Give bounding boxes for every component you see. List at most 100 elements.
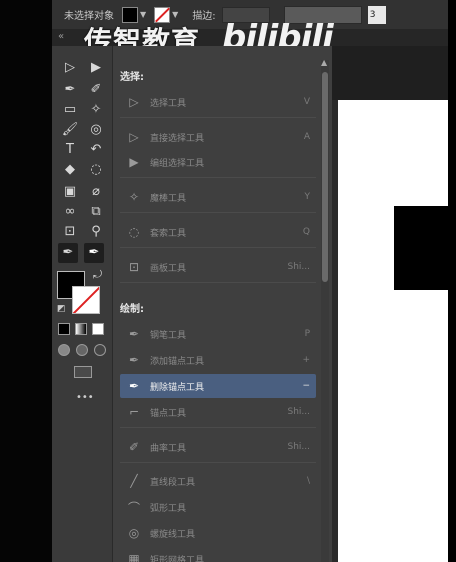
arrow-outline-icon[interactable]: ▷: [60, 58, 80, 78]
tool-item[interactable]: ⌒ 弧形工具: [120, 495, 316, 519]
tool-item[interactable]: ◎ 螺旋线工具: [120, 521, 316, 545]
screen-mode-icon[interactable]: [74, 366, 92, 378]
pen-minus-icon[interactable]: ✒: [84, 243, 104, 263]
scroll-up-icon[interactable]: ▲: [321, 58, 327, 67]
tool-item-label: 直接选择工具: [150, 133, 205, 144]
tool-item-shortcut: Y: [304, 192, 311, 202]
curvature-icon[interactable]: ✐: [86, 80, 106, 100]
tool-item[interactable]: ✒ 删除锚点工具 −: [120, 374, 316, 398]
collapse-icon[interactable]: «: [58, 31, 64, 42]
background-right: [448, 0, 456, 562]
tool-item-label: 编组选择工具: [150, 158, 205, 169]
tool-item-label: 弧形工具: [150, 503, 187, 514]
tool-item-label: 螺旋线工具: [150, 529, 196, 540]
rectangle-icon[interactable]: ▭: [60, 100, 80, 120]
divider: [120, 247, 316, 248]
tool-item[interactable]: ▦ 矩形网格工具: [120, 547, 316, 562]
tool-item[interactable]: ⊡ 画板工具 Shi...: [120, 255, 316, 279]
pen-minus-icon: ✒: [128, 379, 140, 393]
tool-item[interactable]: ▷ 选择工具 V: [120, 90, 316, 114]
tool-item-label: 锚点工具: [150, 408, 187, 419]
rotate-icon[interactable]: ↶: [86, 140, 106, 160]
black-rectangle[interactable]: [394, 206, 448, 290]
zoom-icon[interactable]: ⚲: [86, 222, 106, 242]
pen-icon[interactable]: ✒: [60, 80, 80, 100]
none-mode-icon[interactable]: [92, 323, 104, 335]
background-left: [0, 0, 52, 562]
chevron-down-icon[interactable]: ▼: [172, 10, 178, 19]
arrow-outline-icon: ▷: [129, 95, 139, 109]
shape-builder-icon[interactable]: ⧉: [86, 202, 106, 222]
pen-plus-icon[interactable]: ✒: [58, 243, 78, 263]
spiral-icon[interactable]: ◎: [86, 120, 106, 140]
artboard[interactable]: [338, 100, 448, 562]
divider: [120, 427, 316, 428]
stroke-color-box[interactable]: [72, 286, 100, 314]
section-select-heading: 选择:: [120, 72, 144, 83]
type-icon[interactable]: T: [60, 140, 80, 160]
line-icon: ╱: [130, 474, 138, 488]
tool-item-shortcut: Shi...: [287, 442, 311, 452]
blend-icon[interactable]: ∞: [60, 202, 80, 222]
brush-icon[interactable]: 🖌: [60, 120, 80, 140]
arrow-solid-icon[interactable]: ▶: [86, 58, 106, 78]
chevron-down-icon[interactable]: ▼: [140, 10, 146, 19]
divider: [120, 462, 316, 463]
panel-header: [332, 46, 448, 100]
tool-item-shortcut: Q: [302, 227, 310, 237]
tool-item[interactable]: ▶ 编组选择工具: [120, 150, 316, 174]
draw-normal-icon[interactable]: [58, 344, 70, 356]
tool-item-shortcut: −: [302, 381, 310, 391]
tool-item[interactable]: ╱ 直线段工具 \: [120, 469, 316, 493]
tool-item-label: 选择工具: [150, 98, 187, 109]
tool-item-label: 钢笔工具: [150, 330, 187, 341]
eraser-icon[interactable]: ◆: [60, 160, 80, 180]
tool-item-shortcut: P: [304, 329, 310, 339]
draw-inside-icon[interactable]: [94, 344, 106, 356]
tool-item[interactable]: ✒ 钢笔工具 P: [120, 322, 316, 346]
arc-icon: ⌒: [127, 500, 140, 515]
divider: [120, 212, 316, 213]
tool-item[interactable]: ▷ 直接选择工具 A: [120, 125, 316, 149]
tool-item-label: 添加锚点工具: [150, 356, 205, 367]
tool-item-label: 曲率工具: [150, 443, 187, 454]
tool-item[interactable]: ⌐ 锚点工具 Shi...: [120, 400, 316, 424]
swap-colors-icon[interactable]: ⤾: [93, 268, 102, 282]
anchor-point-icon: ⌐: [128, 405, 140, 419]
divider: [120, 282, 316, 283]
gradient-mode-icon[interactable]: [75, 323, 87, 335]
divider: [120, 177, 316, 178]
magic-wand-icon: ✧: [128, 190, 140, 204]
tool-item[interactable]: ✧ 魔棒工具 Y: [120, 185, 316, 209]
tool-item[interactable]: ✐ 曲率工具 Shi...: [120, 435, 316, 459]
gradient-icon[interactable]: ▣: [60, 182, 80, 202]
spiral-icon: ◎: [128, 526, 140, 540]
value-field[interactable]: 3: [367, 5, 386, 24]
tool-item-label: 矩形网格工具: [150, 555, 205, 562]
default-colors-icon[interactable]: ◩: [57, 304, 66, 314]
eyedropper-icon[interactable]: ⌀: [86, 182, 106, 202]
tool-item-label: 画板工具: [150, 263, 187, 274]
scrollbar-thumb[interactable]: [322, 72, 328, 282]
color-mode-icon[interactable]: [58, 323, 70, 335]
lasso-icon[interactable]: ◌: [86, 160, 106, 180]
draw-behind-icon[interactable]: [76, 344, 88, 356]
tool-item-shortcut: V: [303, 97, 310, 107]
edit-toolbar-icon[interactable]: •••: [76, 392, 94, 403]
tool-item-label: 删除锚点工具: [150, 382, 205, 393]
grid-icon: ▦: [128, 552, 140, 562]
tool-item-shortcut: Shi...: [287, 262, 311, 272]
tool-item-label: 直线段工具: [150, 477, 196, 488]
tool-item-shortcut: \: [306, 476, 310, 486]
wand-icon[interactable]: ✧: [86, 100, 106, 120]
tool-item-shortcut: Shi...: [287, 407, 311, 417]
crop-icon[interactable]: ⊡: [60, 222, 80, 242]
tool-item[interactable]: ✒ 添加锚点工具 +: [120, 348, 316, 372]
arrow-solid-icon: ▷: [129, 130, 139, 144]
tool-item[interactable]: ◌ 套索工具 Q: [120, 220, 316, 244]
divider: [120, 117, 316, 118]
tool-item-shortcut: +: [302, 355, 310, 365]
section-draw-heading: 绘制:: [120, 304, 144, 315]
group-select-icon: ▶: [129, 155, 139, 169]
artboard-icon: ⊡: [128, 260, 140, 274]
